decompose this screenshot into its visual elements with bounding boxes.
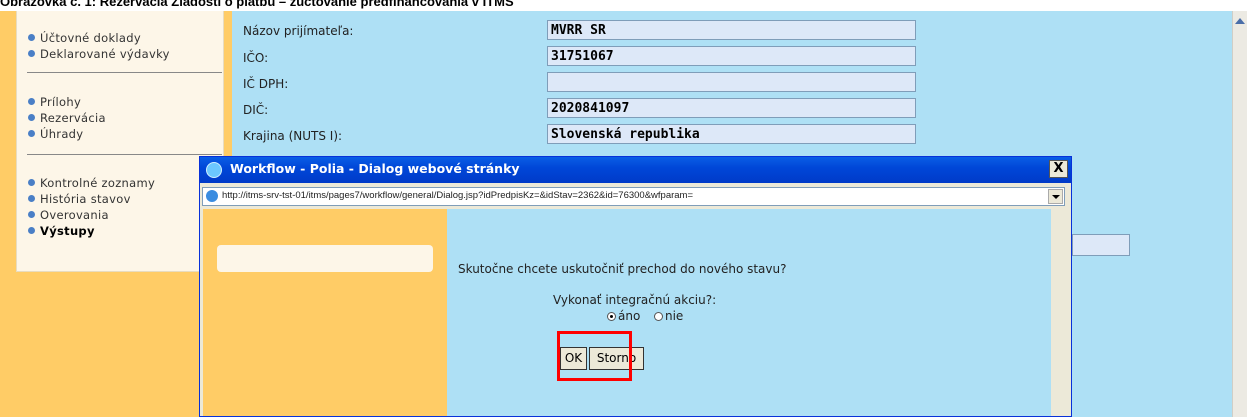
dialog-title: Workflow - Polia - Dialog webové stránky bbox=[230, 161, 520, 176]
bullet-icon bbox=[28, 179, 35, 186]
address-url: http://itms-srv-tst-01/itms/pages7/workf… bbox=[222, 190, 694, 201]
sidebar: Účtovné doklady Deklarované výdavky Príl… bbox=[16, 11, 224, 272]
label-nazov-prijimatela: Názov prijímateľa: bbox=[243, 24, 354, 38]
radio-no-label: nie bbox=[664, 309, 684, 323]
scroll-up-arrow-icon[interactable] bbox=[1235, 18, 1245, 24]
sidebar-item-uctovne-doklady[interactable]: Účtovné doklady bbox=[28, 31, 141, 45]
sidebar-item-label: Deklarované výdavky bbox=[40, 47, 170, 61]
sidebar-item-kontrolne-zoznamy[interactable]: Kontrolné zoznamy bbox=[28, 176, 155, 190]
radio-no[interactable] bbox=[653, 312, 663, 321]
sidebar-item-deklarovane-vydavky[interactable]: Deklarované výdavky bbox=[28, 47, 170, 61]
field-krajina: Slovenská republika bbox=[547, 124, 916, 144]
sidebar-item-label: Účtovné doklady bbox=[40, 31, 141, 45]
address-bar[interactable]: http://itms-srv-tst-01/itms/pages7/workf… bbox=[202, 187, 1065, 206]
workflow-dialog: Workflow - Polia - Dialog webové stránky… bbox=[199, 156, 1072, 417]
integration-radio-group: áno nie bbox=[607, 309, 683, 323]
sidebar-item-label: Rezervácia bbox=[40, 111, 106, 125]
sidebar-item-uhrady[interactable]: Úhrady bbox=[28, 127, 83, 141]
radio-yes[interactable] bbox=[607, 312, 616, 321]
radio-yes-label: áno bbox=[618, 309, 641, 323]
ie-icon bbox=[206, 162, 222, 178]
field-nazov-prijimatela: MVRR SR bbox=[547, 20, 916, 40]
bullet-icon bbox=[28, 195, 35, 202]
dialog-scrollbar[interactable] bbox=[1051, 209, 1069, 416]
label-ico: IČO: bbox=[243, 51, 269, 65]
integration-label: Vykonať integračnú akciu?: bbox=[553, 293, 717, 307]
bullet-icon bbox=[28, 227, 35, 234]
dialog-left-box bbox=[217, 245, 433, 272]
sidebar-item-label: Prílohy bbox=[40, 95, 82, 109]
bullet-icon bbox=[28, 114, 35, 121]
sidebar-item-historia-stavov[interactable]: História stavov bbox=[28, 192, 131, 206]
bullet-icon bbox=[28, 98, 35, 105]
sidebar-item-prilohy[interactable]: Prílohy bbox=[28, 95, 81, 109]
bullet-icon bbox=[28, 130, 35, 137]
sidebar-divider bbox=[27, 154, 222, 155]
field-ico: 31751067 bbox=[547, 46, 916, 66]
field-ic-dph bbox=[547, 72, 916, 92]
address-dropdown-icon[interactable] bbox=[1048, 189, 1063, 204]
sidebar-item-overovania[interactable]: Overovania bbox=[28, 208, 109, 222]
bullet-icon bbox=[28, 34, 35, 41]
label-krajina: Krajina (NUTS I): bbox=[243, 129, 343, 143]
sidebar-item-rezervacia[interactable]: Rezervácia bbox=[28, 111, 106, 125]
bullet-icon bbox=[28, 211, 35, 218]
dialog-content: Skutočne chcete uskutočniť prechod do no… bbox=[203, 209, 1051, 416]
dialog-titlebar[interactable]: Workflow - Polia - Dialog webové stránky… bbox=[200, 157, 1071, 183]
bullet-icon bbox=[28, 50, 35, 57]
ok-highlight-box bbox=[557, 331, 632, 381]
page-icon bbox=[206, 190, 218, 202]
label-dic: DIČ: bbox=[243, 103, 269, 117]
label-ic-dph: IČ DPH: bbox=[243, 77, 289, 91]
sidebar-item-label: Overovania bbox=[40, 208, 109, 222]
confirm-question: Skutočne chcete uskutočniť prechod do no… bbox=[458, 262, 787, 276]
sidebar-item-label: História stavov bbox=[40, 192, 131, 206]
field-dic: 2020841097 bbox=[547, 98, 916, 118]
page-scrollbar[interactable] bbox=[1232, 11, 1247, 417]
background-input bbox=[1072, 234, 1130, 256]
sidebar-item-label: Kontrolné zoznamy bbox=[40, 176, 156, 190]
sidebar-divider bbox=[27, 72, 222, 73]
sidebar-item-label: Úhrady bbox=[40, 127, 84, 141]
sidebar-item-vystupy[interactable]: Výstupy bbox=[28, 224, 95, 238]
figure-caption: Obrazovka č. 1: Rezervácia Žiadosti o pl… bbox=[0, 0, 514, 9]
sidebar-item-label: Výstupy bbox=[40, 224, 95, 238]
dialog-left-panel bbox=[203, 209, 447, 416]
close-button[interactable]: X bbox=[1049, 160, 1068, 178]
